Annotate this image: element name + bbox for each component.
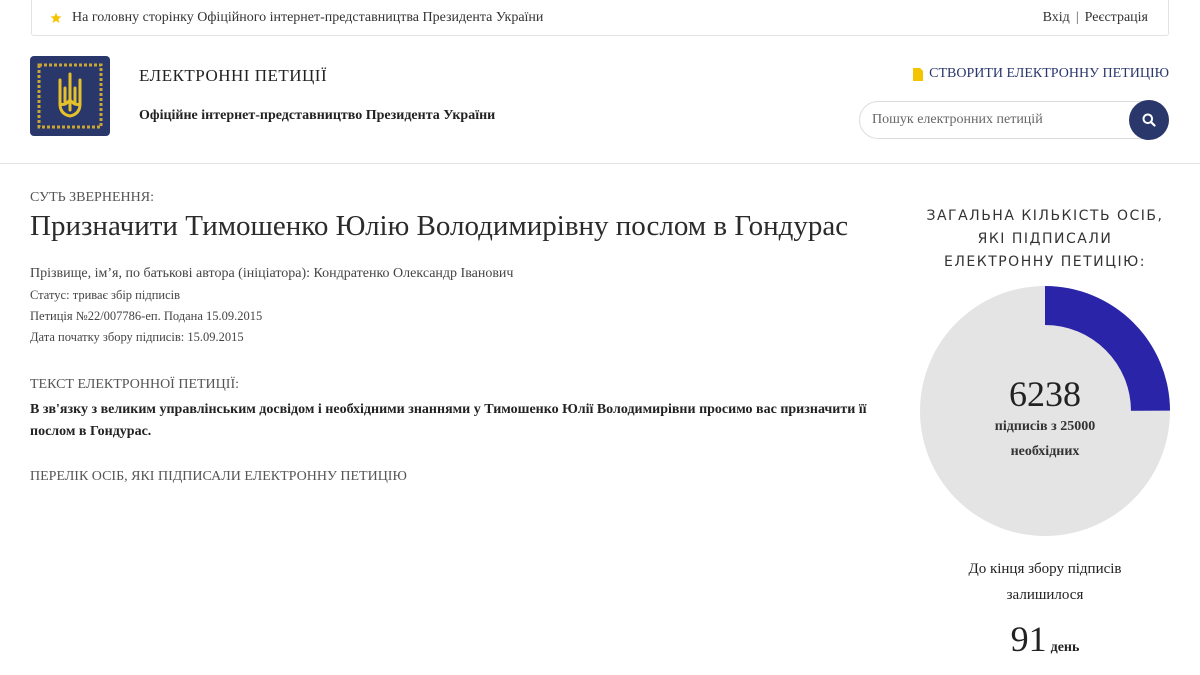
petition-text-label: ТЕКСТ ЕЛЕКТРОННОЇ ПЕТИЦІЇ:	[30, 377, 239, 392]
remaining-label-line-1: До кінця збору підписів	[968, 561, 1122, 577]
petition-text: В зв'язку з великим управлінським досвід…	[30, 402, 867, 439]
auth-separator: |	[1075, 9, 1079, 25]
document-icon	[913, 67, 924, 81]
essence-label: СУТЬ ЗВЕРНЕННЯ:	[30, 190, 154, 205]
signers-list-link[interactable]: ПЕРЕЛІК ОСІБ, ЯКІ ПІДПИСАЛИ ЕЛЕКТРОННУ П…	[30, 469, 900, 485]
search-icon	[1142, 113, 1156, 127]
star-icon	[50, 12, 62, 23]
register-link[interactable]: Реєстрація	[1085, 10, 1148, 26]
create-petition-link[interactable]: СТВОРИТИ ЕЛЕКТРОННУ ПЕТИЦІЮ	[913, 66, 1169, 82]
petition-title: Призначити Тимошенко Юлію Володимирівну …	[30, 210, 849, 242]
total-label-line-1: ЗАГАЛЬНА КІЛЬКІСТЬ ОСІБ,	[926, 208, 1164, 224]
home-link[interactable]: На головну сторінку Офіційного інтернет-…	[50, 10, 543, 26]
total-label-line-3: ЕЛЕКТРОННУ ПЕТИЦІЮ:	[944, 254, 1146, 270]
petition-author: Прізвище, ім’я, по батькові автора (ініц…	[30, 266, 514, 281]
petition-content: СУТЬ ЗВЕРНЕННЯ: Призначити Тимошенко Юлі…	[30, 190, 900, 485]
days-unit: день	[1050, 640, 1080, 655]
trident-icon	[37, 63, 103, 129]
home-link-text[interactable]: На головну сторінку Офіційного інтернет-…	[72, 10, 543, 26]
petition-start-date: Дата початку збору підписів: 15.09.2015	[30, 330, 244, 344]
required-label-line-1: підписів з 25000	[994, 419, 1096, 434]
progress-donut: 6238 підписів з 25000 необхідних	[920, 286, 1170, 536]
site-title[interactable]: ЕЛЕКТРОННІ ПЕТИЦІЇ	[139, 66, 327, 86]
signature-count: 6238	[1009, 374, 1081, 414]
signature-stats: ЗАГАЛЬНА КІЛЬКІСТЬ ОСІБ, ЯКІ ПІДПИСАЛИ Е…	[915, 205, 1175, 660]
total-label-line-2: ЯКІ ПІДПИСАЛИ	[977, 231, 1113, 247]
days-number: 91	[1010, 619, 1047, 659]
trident-logo[interactable]	[30, 56, 110, 136]
create-petition-label: СТВОРИТИ ЕЛЕКТРОННУ ПЕТИЦІЮ	[929, 66, 1169, 81]
site-subtitle: Офіційне інтернет-представництво Президе…	[139, 108, 496, 123]
login-link[interactable]: Вхід	[1043, 10, 1070, 26]
donut-center: 6238 підписів з 25000 необхідних	[920, 374, 1170, 464]
search-input[interactable]	[859, 101, 1149, 139]
auth-links: Вхід | Реєстрація	[1043, 10, 1148, 26]
top-bar: На головну сторінку Офіційного інтернет-…	[31, 0, 1169, 36]
site-header: ЕЛЕКТРОННІ ПЕТИЦІЇ Офіційне інтернет-пре…	[0, 36, 1200, 164]
required-label-line-2: необхідних	[1010, 444, 1080, 459]
search-box	[859, 100, 1169, 141]
petition-number: Петиція №22/007786-еп. Подана 15.09.2015	[30, 309, 263, 323]
petition-status: Статус: триває збір підписів	[30, 288, 181, 302]
days-remaining: 91 день	[915, 618, 1175, 660]
remaining-label-line-2: залишилося	[1006, 587, 1084, 603]
search-button[interactable]	[1129, 100, 1169, 140]
